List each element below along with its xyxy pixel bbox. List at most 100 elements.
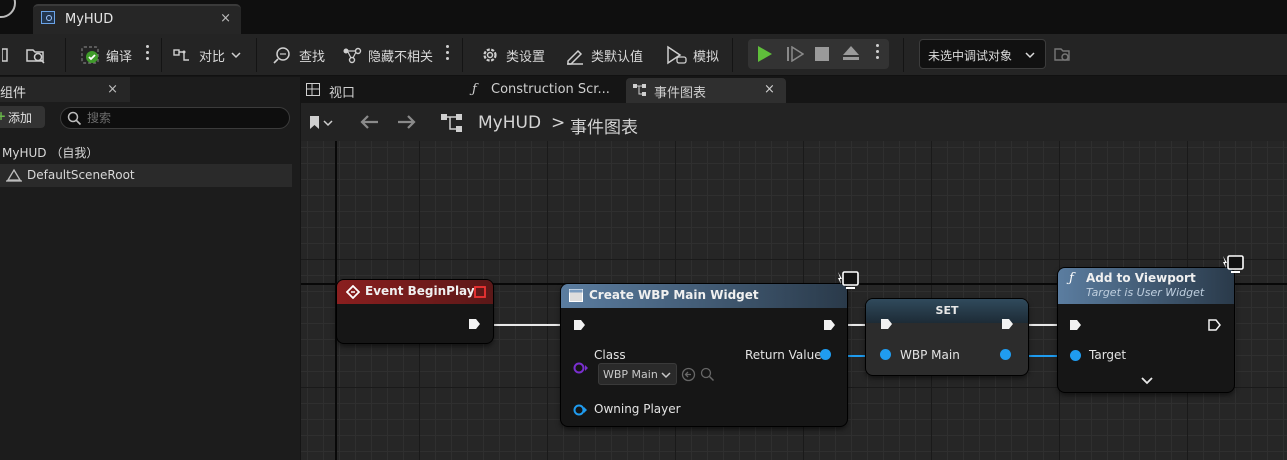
use-selected-asset-icon[interactable] — [681, 367, 696, 382]
save-button[interactable] — [2, 42, 8, 68]
event-graph-icon — [633, 84, 646, 96]
create-widget-node[interactable]: Create WBP Main Widget Class WBP Main Re… — [561, 284, 847, 426]
add-label: 添加 — [8, 111, 33, 125]
exec-out-pin[interactable] — [468, 318, 481, 330]
event-icon — [346, 285, 360, 299]
play-icon[interactable] — [757, 45, 773, 63]
owning-player-label: Owning Player — [594, 402, 681, 416]
graph-header: MyHUD > 事件图表 — [301, 103, 1287, 141]
debug-object-select[interactable]: 未选中调试对象 — [919, 39, 1046, 69]
wbp-main-out-pin[interactable] — [1000, 349, 1011, 360]
class-settings-label: 类设置 — [506, 49, 546, 65]
unreal-logo-icon[interactable] — [0, 0, 16, 18]
owning-player-pin[interactable] — [573, 404, 587, 416]
stop-icon[interactable] — [815, 47, 829, 61]
add-to-viewport-node[interactable]: Add to Viewport Target is User Widget ƒ … — [1058, 268, 1234, 392]
close-tab-icon[interactable]: × — [764, 82, 775, 97]
hide-unrelated-button[interactable]: 隐藏不相关 — [342, 42, 433, 68]
chevron-down-icon — [1025, 52, 1035, 59]
exec-out-pin[interactable] — [1208, 319, 1221, 331]
compile-check-icon — [81, 46, 99, 64]
component-search[interactable] — [60, 107, 290, 129]
eject-icon[interactable] — [842, 45, 860, 61]
exec-out-pin[interactable] — [823, 319, 836, 331]
return-value-pin[interactable] — [820, 349, 831, 360]
graph-options-icon[interactable] — [446, 45, 450, 65]
function-icon: ƒ — [472, 82, 477, 97]
set-variable-node[interactable]: SET WBP Main — [866, 299, 1028, 375]
document-tab-label: MyHUD — [65, 12, 114, 27]
class-defaults-label: 类默认值 — [591, 49, 644, 65]
class-defaults-button[interactable]: 类默认值 — [565, 42, 643, 68]
diff-icon — [173, 49, 189, 61]
search-input[interactable] — [87, 110, 277, 126]
tab-components[interactable]: 组件 × — [0, 77, 130, 102]
tab-label: Construction Scr... — [491, 82, 610, 97]
find-button[interactable]: 查找 — [273, 42, 325, 68]
tree-item-default-scene-root[interactable]: DefaultSceneRoot — [0, 164, 292, 187]
chevron-down-icon — [661, 372, 671, 379]
find-icon — [273, 47, 290, 64]
node-title: Create WBP Main Widget — [589, 288, 759, 302]
exec-in-pin[interactable] — [880, 318, 893, 330]
components-tab-label: 组件 — [0, 86, 27, 101]
main-toolbar: 编译 对比 查找 隐藏不相关 类设置 类默认值 模拟 — [0, 34, 1287, 76]
browse-asset-icon[interactable] — [700, 367, 715, 382]
forward-button[interactable] — [397, 114, 417, 133]
compile-options-icon[interactable] — [146, 45, 150, 65]
arrow-right-icon — [398, 115, 416, 129]
exec-in-pin[interactable] — [1069, 319, 1082, 331]
add-component-button[interactable]: + 添加 — [0, 106, 45, 128]
return-value-label: Return Value — [745, 348, 822, 362]
compile-button[interactable]: 编译 — [80, 42, 132, 68]
blueprint-editor-window: MyHUD × 编译 对比 查找 隐藏不相关 类设置 类默认值 模拟 未选中调试… — [0, 0, 1287, 460]
diff-label: 对比 — [199, 49, 226, 65]
back-button[interactable] — [359, 114, 379, 133]
exec-out-pin[interactable] — [1001, 318, 1014, 330]
node-header: Add to Viewport Target is User Widget — [1058, 268, 1234, 304]
hide-unrelated-icon — [343, 47, 362, 64]
node-header: Create WBP Main Widget — [561, 284, 847, 308]
arrow-left-icon — [360, 115, 378, 129]
class-pin-icon[interactable] — [573, 362, 589, 374]
target-pin[interactable] — [1070, 350, 1081, 361]
event-beginplay-node[interactable]: Event BeginPlay — [337, 280, 493, 343]
scene-component-icon — [6, 168, 22, 182]
debug-filter-icon — [1054, 48, 1070, 61]
save-icon — [2, 48, 8, 62]
chevron-down-icon — [231, 52, 241, 59]
diff-button[interactable]: 对比 — [173, 42, 241, 68]
blueprint-asset-icon — [41, 11, 55, 24]
play-options-icon[interactable] — [876, 44, 880, 64]
expand-node-icon[interactable] — [1141, 377, 1153, 385]
simulate-icon — [667, 45, 687, 65]
client-only-icon — [1223, 255, 1244, 273]
search-icon — [67, 111, 82, 126]
close-tab-icon[interactable]: × — [220, 11, 231, 26]
compile-label: 编译 — [106, 49, 133, 65]
widget-icon — [569, 289, 583, 302]
tree-item-root[interactable]: MyHUD （自我） — [2, 144, 98, 161]
debug-filter-button[interactable] — [1053, 42, 1071, 68]
breadcrumb-graph[interactable]: 事件图表 — [570, 113, 638, 138]
wbp-main-in-pin[interactable] — [880, 349, 891, 360]
tab-viewport[interactable]: 视口 — [306, 78, 456, 103]
breadcrumb-asset[interactable]: MyHUD — [478, 113, 541, 133]
tab-label: 事件图表 — [654, 86, 707, 101]
class-settings-button[interactable]: 类设置 — [480, 42, 545, 68]
node-title: Event BeginPlay — [365, 284, 475, 298]
tab-label: 视口 — [329, 86, 356, 101]
close-panel-icon[interactable]: × — [107, 82, 118, 97]
document-tab-myhud[interactable]: MyHUD × — [33, 4, 241, 34]
step-icon[interactable] — [786, 46, 804, 62]
tab-event-graph[interactable]: 事件图表 × — [626, 78, 786, 103]
delegate-pin-icon[interactable] — [474, 286, 486, 298]
folder-search-icon — [26, 49, 45, 64]
simulate-button[interactable]: 模拟 — [665, 42, 719, 68]
browse-button[interactable] — [25, 42, 47, 68]
class-select[interactable]: WBP Main — [598, 363, 677, 385]
gear-icon — [483, 48, 497, 62]
tab-construction-script[interactable]: ƒ Construction Scr... — [470, 78, 620, 103]
bookmark-button[interactable] — [309, 115, 333, 134]
exec-in-pin[interactable] — [573, 319, 586, 331]
